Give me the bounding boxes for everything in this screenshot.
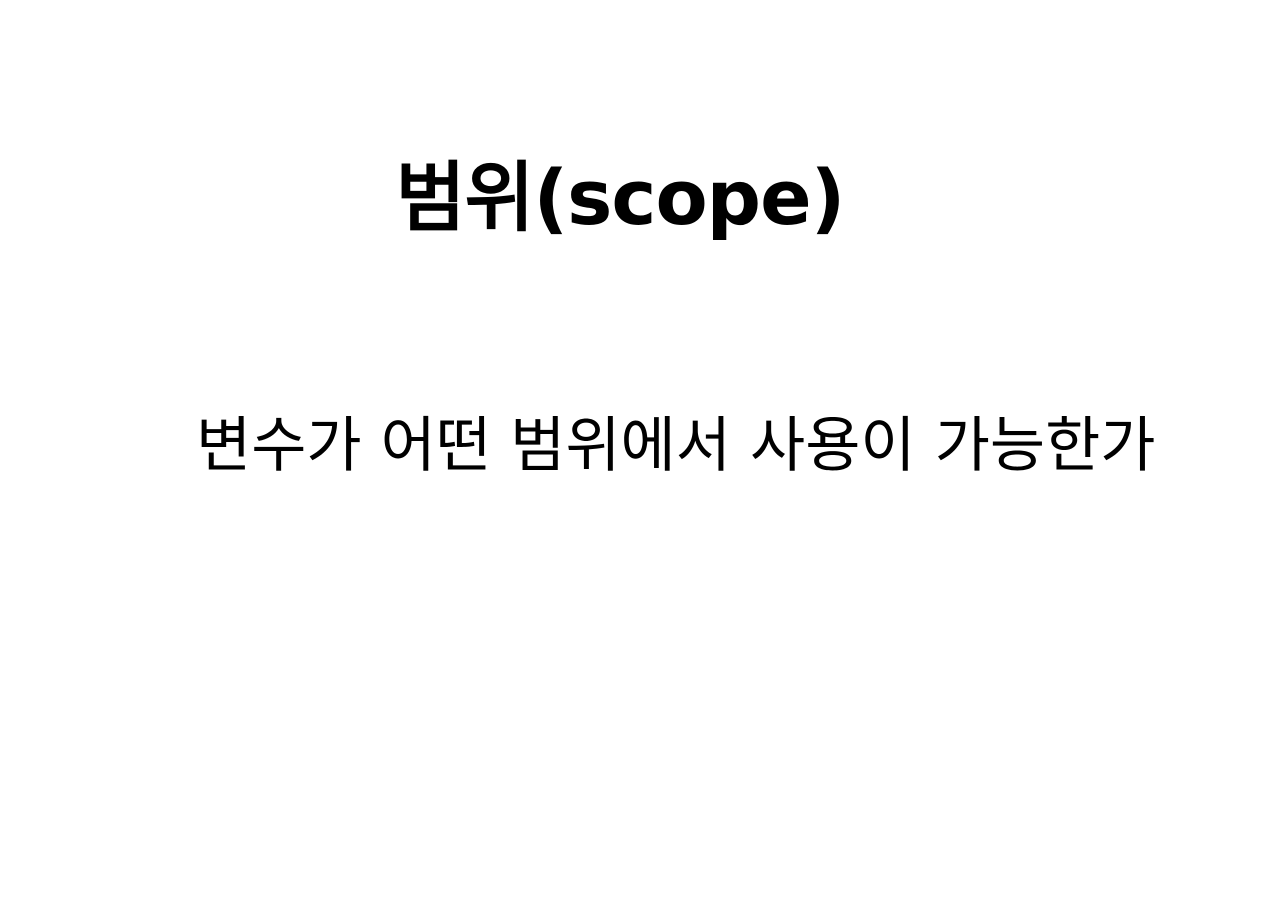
slide-title: 범위(scope) <box>395 153 846 242</box>
slide-canvas: 범위(scope) 변수가 어떤 범위에서 사용이 가능한가 <box>0 0 1280 918</box>
slide-body-text: 변수가 어떤 범위에서 사용이 가능한가 <box>196 411 1156 481</box>
